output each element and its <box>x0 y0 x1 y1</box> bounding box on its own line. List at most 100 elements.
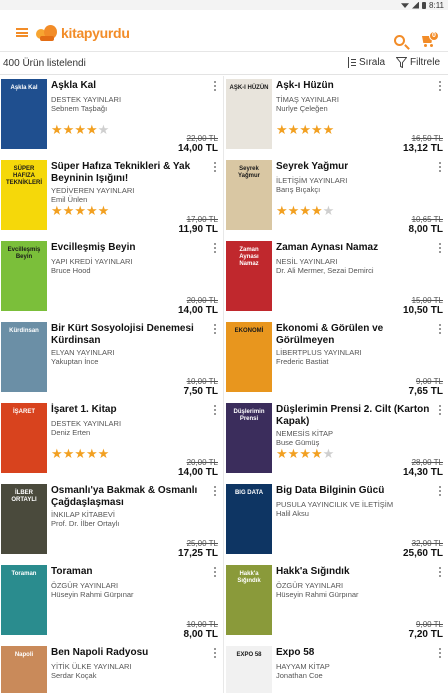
publisher[interactable]: İNKILAP KİTABEVİ <box>51 510 115 519</box>
more-options-icon[interactable] <box>439 243 441 253</box>
book-cover[interactable]: AŞK-I HÜZÜN <box>226 79 272 149</box>
product-card[interactable]: Napoli Ben Napoli Radyosu YİTİK ÜLKE YAYIN… <box>0 643 222 693</box>
publisher[interactable]: HAYYAM KİTAP <box>276 662 330 671</box>
product-title[interactable]: Toraman <box>51 566 206 578</box>
book-cover[interactable]: Düşlerimin Prensi <box>226 403 272 473</box>
author[interactable]: Halil Aksu <box>276 509 309 518</box>
author[interactable]: Jonathan Coe <box>276 671 323 680</box>
more-options-icon[interactable] <box>439 567 441 577</box>
more-options-icon[interactable] <box>214 486 216 496</box>
book-cover[interactable]: Kürdinsan <box>1 322 47 392</box>
author[interactable]: Bruce Hood <box>51 266 91 275</box>
product-card[interactable]: Seyrek Yağmur Seyrek Yağmur İLETİŞİM YAYIN… <box>225 157 447 236</box>
product-card[interactable]: BIG DATA Big Data Bilginin Gücü PUSULA YAY… <box>225 481 447 560</box>
author[interactable]: Nurlye Çeleğen <box>276 104 328 113</box>
hamburger-icon[interactable] <box>16 28 28 37</box>
book-cover[interactable]: Toraman <box>1 565 47 635</box>
more-options-icon[interactable] <box>439 81 441 91</box>
product-title[interactable]: Zaman Aynası Namaz <box>276 242 431 254</box>
product-title[interactable]: Bir Kürt Sosyolojisi Denemesi Kürdinsan <box>51 323 206 347</box>
publisher[interactable]: DESTEK YAYINLARI <box>51 95 121 104</box>
book-cover[interactable]: SÜPER HAFIZA TEKNİKLERİ <box>1 160 47 230</box>
author[interactable]: Sebnem Taşbağı <box>51 104 107 113</box>
more-options-icon[interactable] <box>439 162 441 172</box>
book-cover[interactable]: Evcilleşmiş Beyin <box>1 241 47 311</box>
more-options-icon[interactable] <box>214 243 216 253</box>
more-options-icon[interactable] <box>439 324 441 334</box>
publisher[interactable]: ELYAN YAYINLARI <box>51 348 115 357</box>
publisher[interactable]: PUSULA YAYINCILIK VE İLETİŞİM <box>276 500 393 509</box>
more-options-icon[interactable] <box>214 162 216 172</box>
logo[interactable]: kitapyurdu <box>36 22 130 44</box>
product-title[interactable]: Evcilleşmiş Beyin <box>51 242 206 254</box>
more-options-icon[interactable] <box>439 486 441 496</box>
publisher[interactable]: DESTEK YAYINLARI <box>51 419 121 428</box>
book-cover[interactable]: Aşkla Kal <box>1 79 47 149</box>
filter-button[interactable]: Filtrele <box>396 57 440 68</box>
product-card[interactable]: Hakk'a Sığındık Hakk'a Sığındık ÖZGÜR YAYI… <box>225 562 447 641</box>
product-card[interactable]: AŞK-I HÜZÜN Aşk-ı Hüzün TİMAŞ YAYINLARI Nur… <box>225 76 447 155</box>
product-title[interactable]: Big Data Bilginin Gücü <box>276 485 431 497</box>
more-options-icon[interactable] <box>214 648 216 658</box>
more-options-icon[interactable] <box>439 405 441 415</box>
publisher[interactable]: LİBERTPLUS YAYINLARI <box>276 348 362 357</box>
publisher[interactable]: NEMESİS KİTAP <box>276 429 333 438</box>
book-cover[interactable]: EXPO 58 <box>226 646 272 693</box>
author[interactable]: Dr. Ali Mermer, Sezai Demirci <box>276 266 374 275</box>
book-cover[interactable]: Zaman Aynası Namaz <box>226 241 272 311</box>
product-title[interactable]: Süper Hafıza Teknikleri & Yak Beyninin I… <box>51 161 206 185</box>
search-icon[interactable] <box>394 35 405 46</box>
more-options-icon[interactable] <box>439 648 441 658</box>
product-card[interactable]: İŞARET İşaret 1. Kitap DESTEK YAYINLARI Den… <box>0 400 222 479</box>
author[interactable]: Hüseyin Rahmi Gürpınar <box>51 590 134 599</box>
more-options-icon[interactable] <box>214 405 216 415</box>
product-card[interactable]: EKONOMİ Ekonomi & Görülen ve Görülmeyen Lİ… <box>225 319 447 398</box>
publisher[interactable]: YEDİVEREN YAYINLARI <box>51 186 134 195</box>
author[interactable]: Hüseyin Rahmi Gürpınar <box>276 590 359 599</box>
product-title[interactable]: Aşkla Kal <box>51 80 206 92</box>
product-card[interactable]: Zaman Aynası Namaz Zaman Aynası Namaz NESİ… <box>225 238 447 317</box>
book-cover[interactable]: İLBER ORTAYLI <box>1 484 47 554</box>
product-title[interactable]: Hakk'a Sığındık <box>276 566 431 578</box>
author[interactable]: Deniz Erten <box>51 428 90 437</box>
publisher[interactable]: ÖZGÜR YAYINLARI <box>276 581 343 590</box>
product-card[interactable]: Toraman Toraman ÖZGÜR YAYINLARI Hüseyin Rah… <box>0 562 222 641</box>
product-card[interactable]: EXPO 58 Expo 58 HAYYAM KİTAP Jonathan Coe <box>225 643 447 693</box>
product-title[interactable]: Seyrek Yağmur <box>276 161 431 173</box>
author[interactable]: Serdar Koçak <box>51 671 96 680</box>
product-title[interactable]: Osmanlı'ya Bakmak & Osmanlı Çağdaşlaşmas… <box>51 485 206 509</box>
publisher[interactable]: YAPI KREDİ YAYINLARI <box>51 257 133 266</box>
product-title[interactable]: Ben Napoli Radyosu <box>51 647 206 659</box>
book-cover[interactable]: İŞARET <box>1 403 47 473</box>
product-card[interactable]: İLBER ORTAYLI Osmanlı'ya Bakmak & Osmanlı… <box>0 481 222 560</box>
publisher[interactable]: ÖZGÜR YAYINLARI <box>51 581 118 590</box>
product-card[interactable]: Aşkla Kal Aşkla Kal DESTEK YAYINLARI Sebnem… <box>0 76 222 155</box>
product-title[interactable]: Aşk-ı Hüzün <box>276 80 431 92</box>
book-cover[interactable]: BIG DATA <box>226 484 272 554</box>
product-title[interactable]: İşaret 1. Kitap <box>51 404 206 416</box>
publisher[interactable]: TİMAŞ YAYINLARI <box>276 95 339 104</box>
product-card[interactable]: Düşlerimin Prensi Düşlerimin Prensi 2. Ci… <box>225 400 447 479</box>
author[interactable]: Prof. Dr. İlber Ortaylı <box>51 519 119 528</box>
product-title[interactable]: Düşlerimin Prensi 2. Cilt (Karton Kapak) <box>276 404 431 428</box>
book-cover[interactable]: Seyrek Yağmur <box>226 160 272 230</box>
book-cover[interactable]: Hakk'a Sığındık <box>226 565 272 635</box>
author[interactable]: Yakuptan İnce <box>51 357 98 366</box>
more-options-icon[interactable] <box>214 81 216 91</box>
product-card[interactable]: SÜPER HAFIZA TEKNİKLERİ Süper Hafıza Tekn… <box>0 157 222 236</box>
book-cover[interactable]: EKONOMİ <box>226 322 272 392</box>
more-options-icon[interactable] <box>214 324 216 334</box>
more-options-icon[interactable] <box>214 567 216 577</box>
star-filled-icon: ★ <box>62 122 75 137</box>
product-title[interactable]: Ekonomi & Görülen ve Görülmeyen <box>276 323 431 347</box>
publisher[interactable]: İLETİŞİM YAYINLARI <box>276 176 347 185</box>
publisher[interactable]: YİTİK ÜLKE YAYINLARI <box>51 662 131 671</box>
publisher[interactable]: NESİL YAYINLARI <box>276 257 337 266</box>
product-card[interactable]: Evcilleşmiş Beyin Evcilleşmiş Beyin YAPI K… <box>0 238 222 317</box>
book-cover[interactable]: Napoli <box>1 646 47 693</box>
sort-button[interactable]: Sırala <box>346 57 385 68</box>
author[interactable]: Barış Bıçakçı <box>276 185 320 194</box>
author[interactable]: Frederic Bastiat <box>276 357 329 366</box>
product-title[interactable]: Expo 58 <box>276 647 431 659</box>
product-card[interactable]: Kürdinsan Bir Kürt Sosyolojisi Denemesi K… <box>0 319 222 398</box>
